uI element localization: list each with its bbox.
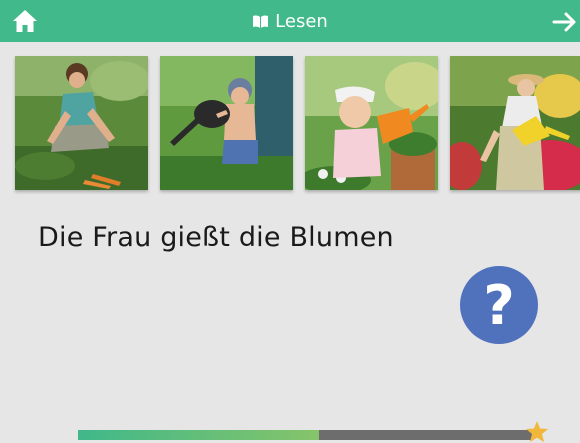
sentence-text: Die Frau gießt die Blumen — [38, 222, 394, 253]
image-choice-3[interactable] — [305, 56, 438, 190]
page-title-group: Lesen — [252, 11, 328, 32]
next-button[interactable] — [552, 11, 578, 33]
top-bar: Lesen — [0, 0, 580, 42]
progress-bar — [78, 430, 532, 440]
image-choices — [0, 56, 580, 190]
page-title: Lesen — [275, 10, 328, 32]
image-choice-4[interactable] — [450, 56, 580, 190]
image-choice-1[interactable] — [15, 56, 148, 190]
book-icon — [253, 14, 269, 28]
question-mark-icon: ? — [483, 273, 515, 337]
image-choice-2[interactable] — [160, 56, 293, 190]
star-icon — [526, 421, 548, 442]
home-button[interactable] — [12, 9, 38, 33]
home-icon — [13, 10, 37, 32]
photo-woman-harvesting-carrots — [15, 56, 148, 190]
arrow-right-icon — [552, 12, 576, 32]
photo-child-with-watering-can — [160, 56, 293, 190]
help-button[interactable]: ? — [460, 266, 538, 344]
progress-fill — [78, 430, 319, 440]
photo-woman-watering-flowers — [450, 56, 580, 190]
photo-girl-with-orange-watering-can — [305, 56, 438, 190]
